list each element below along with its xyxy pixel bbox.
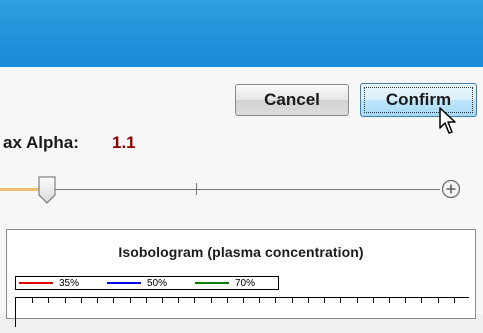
legend-line-35	[19, 282, 53, 284]
legend-item-35: 35%	[19, 277, 79, 289]
alpha-slider[interactable]	[0, 172, 483, 212]
cancel-button[interactable]: Cancel	[235, 84, 349, 116]
window-titlebar	[0, 0, 483, 68]
legend-line-70	[195, 282, 229, 284]
slider-track[interactable]	[44, 189, 440, 190]
slider-tick-mark	[196, 183, 197, 195]
legend-label-70: 70%	[235, 277, 256, 289]
chart-title: Isobologram (plasma concentration)	[118, 244, 364, 260]
slider-thumb[interactable]	[38, 176, 56, 204]
mouse-pointer-icon	[439, 107, 456, 134]
chart-legend: 35% 50% 70%	[15, 276, 279, 290]
legend-label-50: 50%	[147, 277, 168, 289]
legend-item-50: 50%	[107, 277, 167, 289]
legend-line-50	[107, 282, 141, 284]
plus-circle-icon[interactable]	[440, 178, 462, 200]
plot-area	[15, 297, 469, 327]
legend-label-35: 35%	[59, 277, 80, 289]
x-axis-top-ticks	[32, 298, 455, 303]
max-alpha-label: ax Alpha:	[3, 133, 79, 152]
cancel-button-label: Cancel	[264, 90, 320, 109]
isobologram-chart: Isobologram (plasma concentration) 35% 5…	[6, 229, 476, 327]
legend-item-70: 70%	[195, 277, 255, 289]
max-alpha-value: 1.1	[112, 133, 136, 152]
